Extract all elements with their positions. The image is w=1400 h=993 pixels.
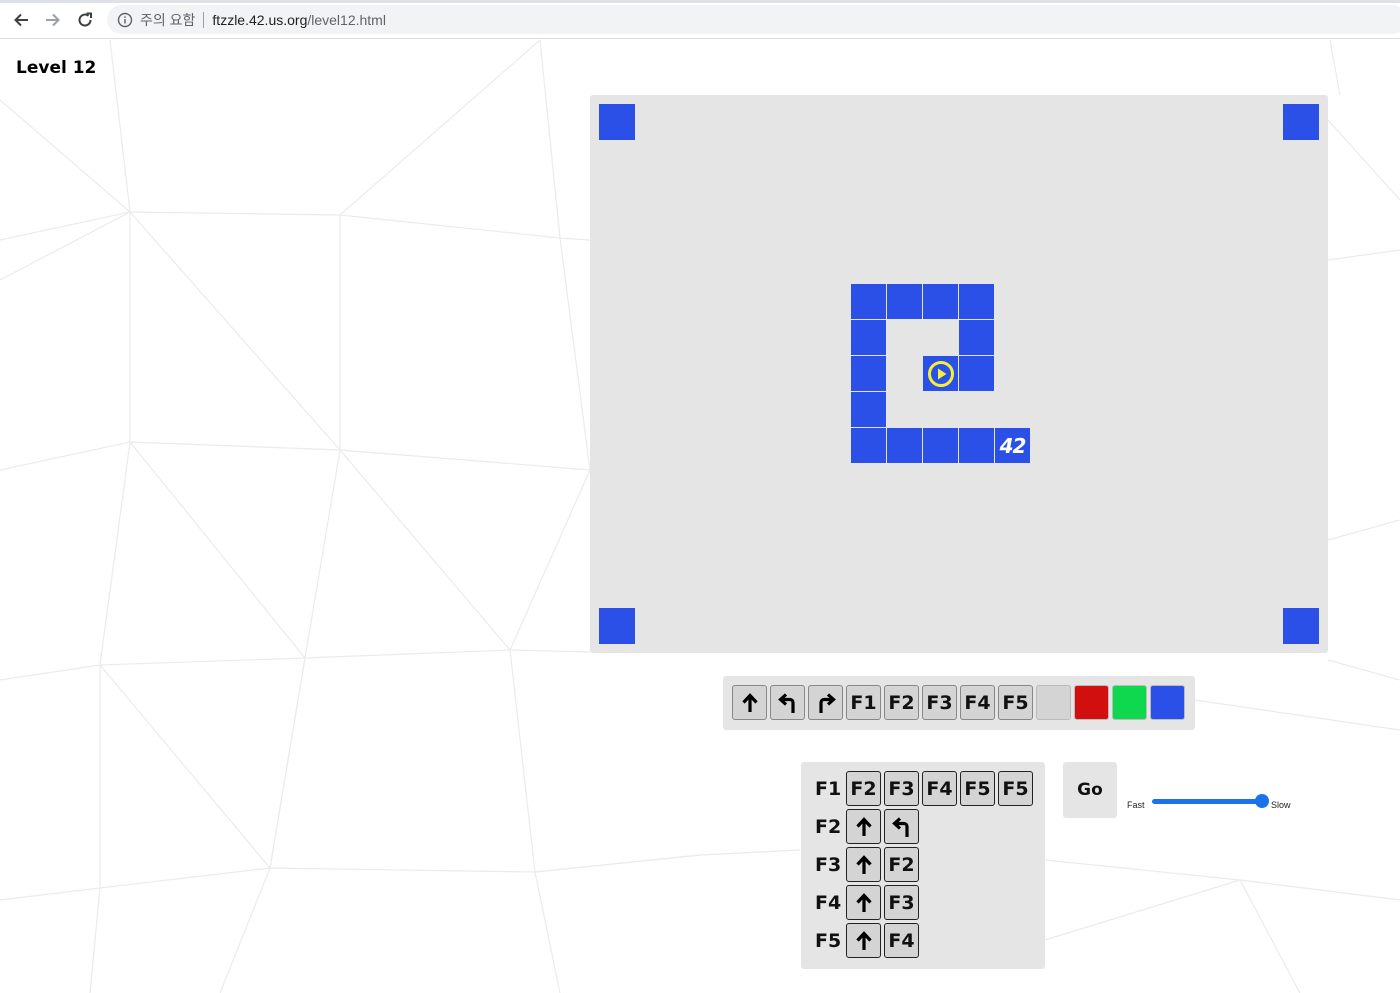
arrow-left-icon	[14, 13, 28, 27]
turn-left-icon	[891, 816, 909, 837]
reload-button[interactable]	[73, 8, 97, 32]
board-tile	[923, 428, 958, 463]
browser-toolbar: 주의 요함 ftzzle.42.us.org/level12.html	[0, 0, 1400, 39]
board-tile	[959, 320, 994, 355]
program-slot[interactable]: F4	[884, 923, 919, 958]
arrow-up-icon	[741, 692, 758, 712]
forward-tool-button[interactable]	[732, 685, 767, 720]
arrow-up-icon	[855, 816, 872, 836]
turn-right-icon	[818, 692, 836, 713]
back-button[interactable]	[9, 8, 33, 32]
arrow-up-icon	[855, 930, 872, 950]
board-tile	[959, 356, 994, 391]
forward-button[interactable]	[41, 8, 65, 32]
board-tile	[959, 284, 994, 319]
speed-thumb[interactable]	[1255, 794, 1269, 808]
board-tile	[887, 284, 922, 319]
tab-strip-edge	[0, 0, 1400, 3]
program-editor: F1 F2 F3 F4 F5 F5 F2 F3 F2 F4 F3 F5 F4	[801, 762, 1045, 969]
program-slot[interactable]	[846, 885, 881, 920]
function-tool-button-f1[interactable]: F1	[846, 685, 881, 720]
function-label-f2: F2	[815, 816, 842, 838]
program-slot[interactable]: F5	[960, 771, 995, 806]
color-tool-button[interactable]	[1074, 685, 1109, 720]
program-slot[interactable]	[884, 809, 919, 844]
speed-fast-label: Fast	[1127, 800, 1145, 810]
speed-track[interactable]	[1152, 799, 1262, 804]
function-tool-button-f3[interactable]: F3	[922, 685, 957, 720]
function-label-f5: F5	[815, 930, 842, 952]
arrow-up-icon	[855, 854, 872, 874]
corner-tile	[1283, 608, 1319, 644]
corner-tile	[599, 104, 635, 140]
color-tool-button[interactable]	[1036, 685, 1071, 720]
board-tile	[851, 320, 886, 355]
speed-slider[interactable]: Fast Slow	[1127, 792, 1297, 812]
turn-left-tool-button[interactable]	[770, 685, 805, 720]
goal-star-42-icon: 42	[999, 433, 1027, 458]
corner-tile	[1283, 104, 1319, 140]
game-board: 42	[590, 95, 1328, 653]
program-slot[interactable]: F3	[884, 771, 919, 806]
board-tile	[851, 392, 886, 427]
function-label-f3: F3	[815, 854, 842, 876]
program-slot[interactable]: F3	[884, 885, 919, 920]
function-label-f1: F1	[815, 778, 842, 800]
go-button[interactable]: Go	[1063, 762, 1117, 818]
program-slot[interactable]: F5	[998, 771, 1033, 806]
speed-slow-label: Slow	[1271, 800, 1291, 810]
level-title: Level 12	[16, 58, 97, 78]
board-tile	[959, 428, 994, 463]
function-tool-button-f5[interactable]: F5	[998, 685, 1033, 720]
board-tile	[851, 356, 886, 391]
address-bar[interactable]: 주의 요함 ftzzle.42.us.org/level12.html	[107, 5, 1400, 34]
program-slot[interactable]: F4	[922, 771, 957, 806]
program-slot[interactable]	[846, 809, 881, 844]
program-slot[interactable]: F2	[846, 771, 881, 806]
function-tool-button-f4[interactable]: F4	[960, 685, 995, 720]
program-slot[interactable]	[846, 847, 881, 882]
info-icon[interactable]	[117, 12, 133, 28]
reload-icon	[78, 12, 92, 27]
program-slot[interactable]	[846, 923, 881, 958]
security-status[interactable]: 주의 요함	[140, 10, 195, 30]
color-tool-button[interactable]	[1112, 685, 1147, 720]
robot-icon	[923, 356, 958, 391]
function-tool-button-f2[interactable]: F2	[884, 685, 919, 720]
turn-left-icon	[777, 692, 795, 713]
url-path: /level12.html	[307, 11, 386, 28]
arrow-up-icon	[855, 892, 872, 912]
function-label-f4: F4	[815, 892, 842, 914]
turn-right-tool-button[interactable]	[808, 685, 843, 720]
program-slot[interactable]: F2	[884, 847, 919, 882]
address-separator	[203, 11, 205, 28]
board-tile	[923, 284, 958, 319]
board-tile	[887, 428, 922, 463]
board-tile	[851, 428, 886, 463]
arrow-right-icon	[46, 13, 60, 27]
url-host: ftzzle.42.us.org	[212, 11, 308, 28]
board-tile	[851, 284, 886, 319]
corner-tile	[599, 608, 635, 644]
instruction-palette: F1 F2 F3 F4 F5	[723, 676, 1195, 730]
color-tool-button[interactable]	[1150, 685, 1185, 720]
